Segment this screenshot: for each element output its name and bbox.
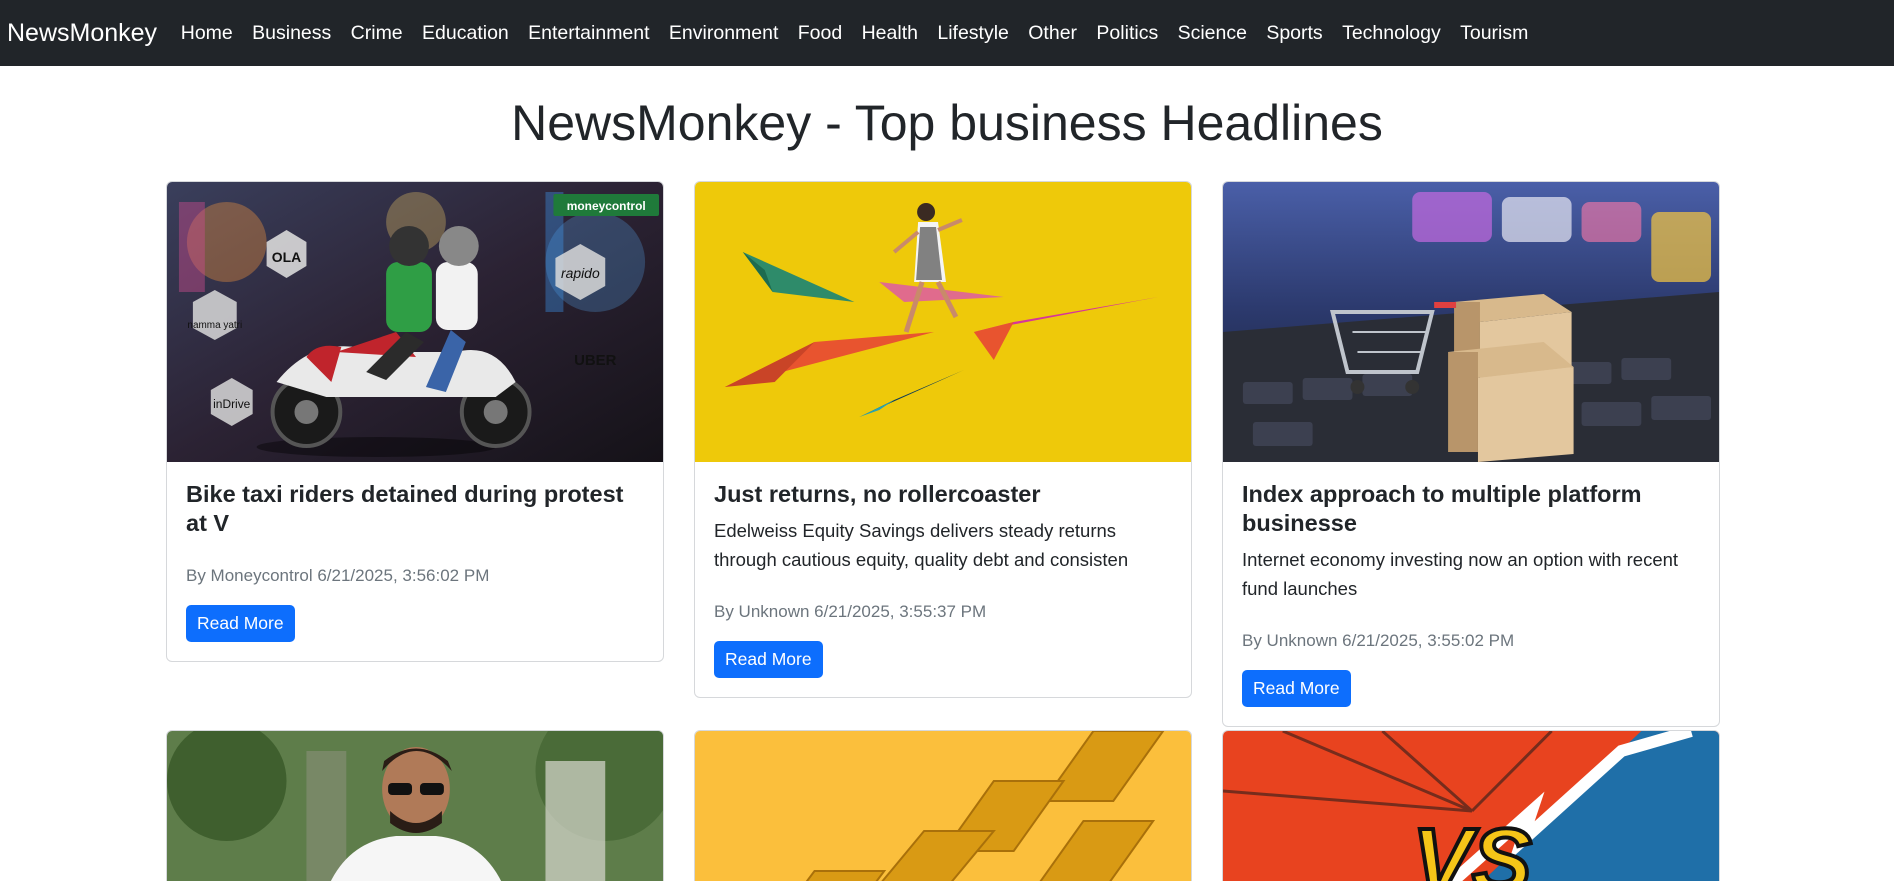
news-card-body: Index approach to multiple platform busi…: [1223, 462, 1719, 726]
read-more-button[interactable]: Read More: [714, 641, 823, 678]
moneycontrol-logo-text: moneycontrol: [567, 199, 646, 213]
news-card: VS: [1222, 730, 1720, 881]
nav-links: Home Business Crime Education Entertainm…: [171, 22, 1538, 45]
news-card-image: VS: [1223, 731, 1719, 881]
news-card-title: Just returns, no rollercoaster: [714, 481, 1041, 507]
news-card: Just returns, no rollercoaster Edelweiss…: [694, 181, 1192, 698]
nav-link-business[interactable]: Business: [242, 22, 341, 45]
news-card: [694, 730, 1192, 881]
nav-link-science[interactable]: Science: [1168, 22, 1257, 45]
news-card-image: moneycontrol OLA rapido namma yatri UBER…: [167, 182, 663, 462]
vs-image-text: VS: [1412, 811, 1532, 881]
nav-link-lifestyle[interactable]: Lifestyle: [928, 22, 1019, 45]
svg-text:UBER: UBER: [574, 352, 616, 369]
news-card-body: Just returns, no rollercoaster Edelweiss…: [695, 462, 1191, 697]
nav-link-health[interactable]: Health: [852, 22, 928, 45]
news-card-description: Internet economy investing now an option…: [1242, 549, 1679, 599]
nav-link-tourism[interactable]: Tourism: [1450, 22, 1538, 45]
svg-text:rapido: rapido: [561, 265, 600, 281]
nav-link-other[interactable]: Other: [1019, 22, 1087, 45]
nav-link-sports[interactable]: Sports: [1257, 22, 1333, 45]
nav-link-education[interactable]: Education: [412, 22, 518, 45]
news-card-image: [695, 731, 1191, 881]
svg-text:namma yatri: namma yatri: [187, 320, 242, 331]
nav-link-environment[interactable]: Environment: [659, 22, 788, 45]
news-card-body: Bike taxi riders detained during protest…: [167, 462, 663, 661]
news-card-meta: By Unknown 6/21/2025, 3:55:37 PM: [714, 602, 987, 621]
news-card-image: [695, 182, 1191, 462]
read-more-button[interactable]: Read More: [186, 605, 295, 642]
news-card-meta: By Unknown 6/21/2025, 3:55:02 PM: [1242, 631, 1515, 650]
nav-link-technology[interactable]: Technology: [1332, 22, 1450, 45]
news-card-image: [167, 731, 663, 881]
news-card-image: [1223, 182, 1719, 462]
nav-link-politics[interactable]: Politics: [1087, 22, 1168, 45]
news-card-meta: By Moneycontrol 6/21/2025, 3:56:02 PM: [186, 566, 490, 585]
page-title: NewsMonkey - Top business Headlines: [511, 95, 1383, 151]
news-card: moneycontrol OLA rapido namma yatri UBER…: [166, 181, 664, 662]
news-card-title: Index approach to multiple platform busi…: [1242, 481, 1642, 536]
news-card-title: Bike taxi riders detained during protest…: [186, 481, 624, 536]
read-more-button[interactable]: Read More: [1242, 670, 1351, 707]
navbar: NewsMonkey Home Business Crime Education…: [0, 0, 1894, 66]
svg-text:OLA: OLA: [272, 249, 301, 265]
nav-link-home[interactable]: Home: [171, 22, 242, 45]
news-card-description: Edelweiss Equity Savings delivers steady…: [714, 520, 1129, 570]
news-card: Index approach to multiple platform busi…: [1222, 181, 1720, 727]
news-card: [166, 730, 664, 881]
nav-link-entertainment[interactable]: Entertainment: [518, 22, 659, 45]
nav-link-food[interactable]: Food: [788, 22, 852, 45]
svg-text:inDrive: inDrive: [213, 397, 251, 411]
brand-link[interactable]: NewsMonkey: [7, 19, 157, 48]
nav-link-crime[interactable]: Crime: [341, 22, 412, 45]
